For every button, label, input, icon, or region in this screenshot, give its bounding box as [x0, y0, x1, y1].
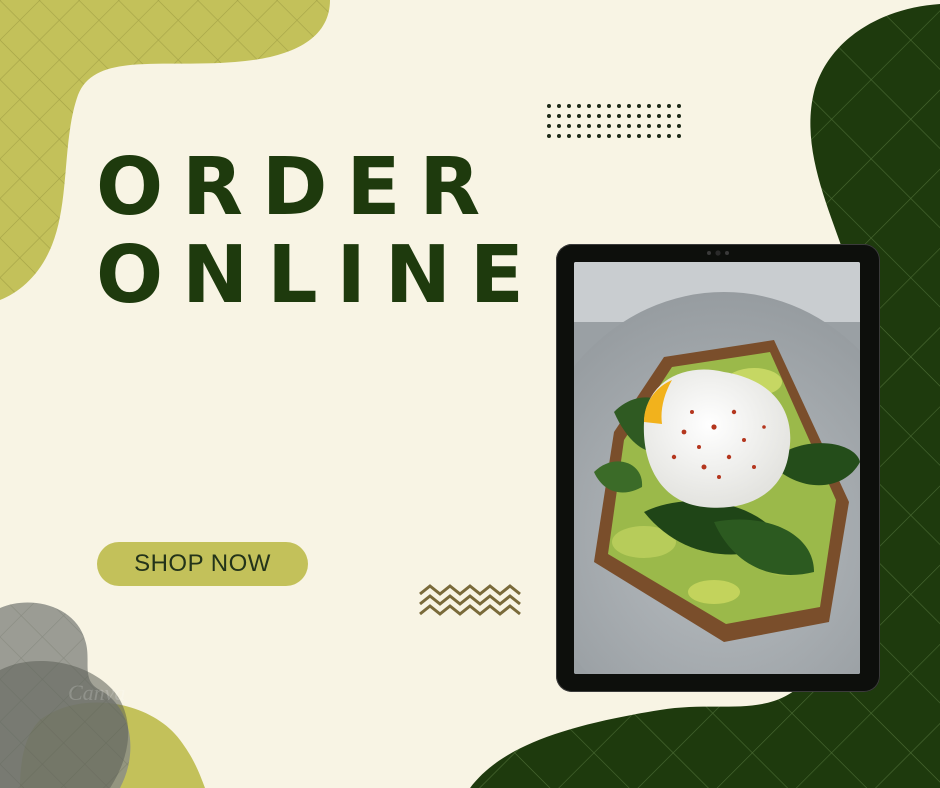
tablet-screen [574, 262, 860, 674]
dot-grid-icon [547, 104, 681, 138]
zigzag-icon [419, 584, 521, 616]
headline-line-order: ORDER [96, 141, 500, 233]
tablet-camera-icon [707, 250, 729, 256]
shop-now-button[interactable]: SHOP NOW [97, 542, 308, 586]
food-photo-avocado-toast [574, 262, 860, 674]
order-online-poster: ORDER ONLINE SHOP NOW Canva [0, 0, 940, 788]
headline-line-online: ONLINE [96, 229, 543, 321]
tablet-device [556, 244, 880, 692]
canva-watermark: Canva [68, 680, 126, 705]
